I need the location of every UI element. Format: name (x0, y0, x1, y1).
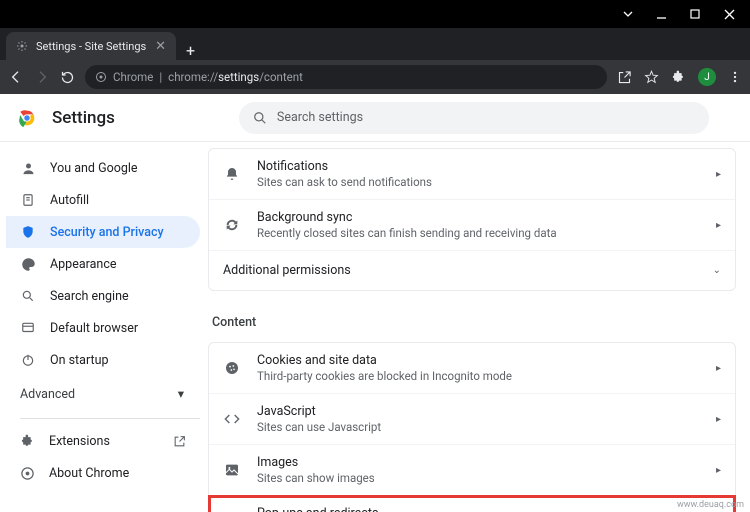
row-popups-redirects[interactable]: Pop-ups and redirectsDon't allow sites t… (209, 496, 735, 512)
sidebar-item-extensions[interactable]: Extensions (6, 425, 200, 457)
tab-strip: Settings - Site Settings ✕ + (0, 28, 750, 60)
extensions-icon (20, 434, 35, 449)
sidebar-divider (20, 418, 200, 419)
chevron-right-icon: ▸ (716, 169, 721, 180)
chrome-scheme-icon (95, 71, 107, 83)
search-icon (20, 289, 36, 303)
sidebar-item-autofill[interactable]: Autofill (6, 184, 200, 216)
search-placeholder: Search settings (277, 110, 363, 125)
new-tab-button[interactable]: + (176, 41, 205, 60)
bell-icon (223, 166, 241, 182)
row-images[interactable]: ImagesSites can show images ▸ (209, 445, 735, 496)
sidebar-item-you-and-google[interactable]: You and Google (6, 152, 200, 184)
extensions-toolbar-icon[interactable] (671, 70, 686, 85)
settings-search[interactable]: Search settings (239, 102, 709, 134)
power-icon (20, 353, 36, 367)
row-background-sync[interactable]: Background syncRecently closed sites can… (209, 200, 735, 251)
sidebar-advanced[interactable]: Advanced▾ (6, 376, 200, 412)
back-button[interactable] (8, 69, 24, 85)
tab-title: Settings - Site Settings (36, 40, 146, 53)
browser-toolbar: Chrome | chrome://settings/content J (0, 60, 750, 94)
settings-sidebar: You and Google Autofill Security and Pri… (0, 142, 200, 512)
sidebar-item-search-engine[interactable]: Search engine (6, 280, 200, 312)
person-icon (20, 161, 36, 176)
autofill-icon (20, 193, 36, 207)
chrome-icon (20, 466, 35, 481)
chevron-right-icon: ▸ (716, 363, 721, 374)
image-icon (223, 462, 241, 478)
window-close-icon[interactable] (724, 9, 742, 20)
bookmark-icon[interactable] (644, 70, 659, 85)
chevron-right-icon: ▸ (716, 220, 721, 231)
tab-close-icon[interactable]: ✕ (155, 39, 166, 54)
row-javascript[interactable]: JavaScriptSites can use Javascript ▸ (209, 394, 735, 445)
row-cookies[interactable]: Cookies and site dataThird-party cookies… (209, 343, 735, 394)
row-notifications[interactable]: NotificationsSites can ask to send notif… (209, 149, 735, 200)
chevron-right-icon: ▸ (716, 465, 721, 476)
window-titlebar (0, 0, 750, 28)
window-maximize-icon[interactable] (690, 9, 708, 19)
settings-favicon-icon (16, 40, 28, 52)
settings-main: NotificationsSites can ask to send notif… (200, 142, 750, 512)
profile-avatar[interactable]: J (698, 68, 716, 86)
search-icon (253, 111, 267, 125)
chevron-down-icon: ▾ (178, 386, 184, 402)
row-additional-permissions[interactable]: Additional permissions ⌄ (209, 251, 735, 290)
browser-icon (20, 321, 36, 335)
cookie-icon (223, 360, 241, 376)
address-bar[interactable]: Chrome | chrome://settings/content (85, 65, 607, 89)
chevron-right-icon: ▸ (716, 414, 721, 425)
chrome-logo-icon (16, 107, 38, 129)
open-external-icon (173, 435, 186, 448)
watermark: www.deuaq.com (677, 500, 744, 510)
palette-icon (20, 257, 36, 272)
share-icon[interactable] (617, 70, 632, 85)
content-section-header: Content (208, 301, 736, 336)
sync-icon (223, 217, 241, 233)
sidebar-item-default-browser[interactable]: Default browser (6, 312, 200, 344)
sidebar-item-on-startup[interactable]: On startup (6, 344, 200, 376)
browser-tab[interactable]: Settings - Site Settings ✕ (6, 32, 176, 60)
chevron-down-icon: ⌄ (713, 265, 721, 276)
sidebar-item-about[interactable]: About Chrome (6, 457, 200, 489)
code-icon (223, 411, 241, 427)
sidebar-item-security[interactable]: Security and Privacy (6, 216, 200, 248)
page-title: Settings (52, 108, 115, 128)
window-chevron-icon (622, 8, 640, 20)
shield-icon (20, 225, 36, 239)
forward-button (34, 69, 50, 85)
settings-header: Settings Search settings (0, 94, 750, 142)
omnibox-scheme: Chrome (113, 70, 153, 84)
menu-icon[interactable] (728, 70, 742, 84)
window-minimize-icon[interactable] (656, 9, 674, 20)
content-card: Cookies and site dataThird-party cookies… (208, 342, 736, 512)
reload-button[interactable] (60, 70, 75, 85)
sidebar-item-appearance[interactable]: Appearance (6, 248, 200, 280)
permissions-card: NotificationsSites can ask to send notif… (208, 148, 736, 291)
